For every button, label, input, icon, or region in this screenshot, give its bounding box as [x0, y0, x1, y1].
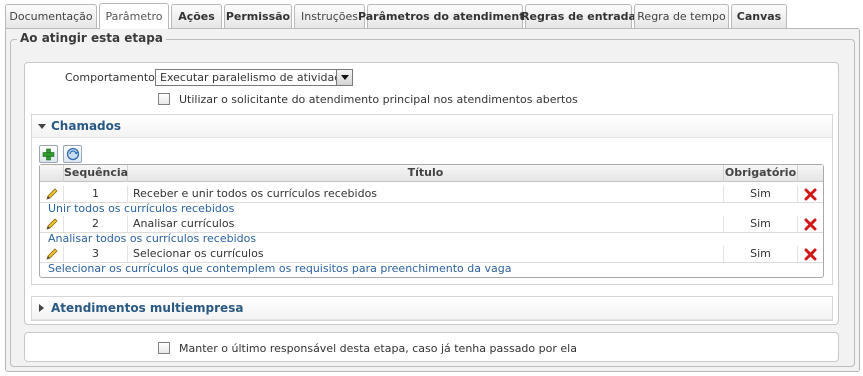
behavior-select[interactable]: Executar paralelismo de atividades	[155, 69, 353, 86]
delete-x-icon	[804, 248, 817, 260]
table-row-main: 1 Receber e unir todos os currículos rec…	[40, 186, 823, 203]
delete-button[interactable]	[798, 246, 823, 262]
header-title[interactable]: Título	[128, 165, 724, 182]
refresh-button[interactable]	[63, 145, 82, 163]
table-row: 1 Receber e unir todos os currículos rec…	[40, 186, 823, 216]
add-call-button[interactable]	[39, 145, 58, 163]
chevron-down-icon[interactable]	[336, 70, 352, 85]
title-cell: Receber e unir todos os currículos receb…	[128, 186, 724, 202]
stage-fieldset: Ao atingir esta etapa Comportamento : Ex…	[10, 31, 855, 367]
keep-responsible-checkbox[interactable]	[158, 342, 170, 354]
tab-parametros-do-atendimento[interactable]: Parâmetros do atendimento	[358, 4, 532, 28]
multi-company-panel-header[interactable]: Atendimentos multiempresa	[32, 297, 832, 320]
header-edit-col	[40, 165, 64, 182]
calls-panel-header[interactable]: Chamados	[32, 115, 832, 138]
delete-x-icon	[804, 188, 817, 200]
plus-icon	[42, 148, 55, 160]
table-row-main: 2 Analisar currículos Sim	[40, 216, 823, 233]
calls-grid-header: Sequência Título Obrigatório	[40, 165, 823, 182]
multi-company-panel-title: Atendimentos multiempresa	[51, 301, 244, 315]
tab-documentacao[interactable]: Documentação	[5, 4, 97, 28]
calls-panel: Chamados Sequência Título Obrigatório 1 …	[31, 114, 833, 285]
tab-acoes[interactable]: Ações	[171, 4, 222, 28]
calls-panel-title: Chamados	[51, 119, 122, 133]
requester-row: Utilizar o solicitante do atendimento pr…	[25, 92, 838, 108]
delete-button[interactable]	[798, 186, 823, 202]
delete-x-icon	[804, 218, 817, 230]
tab-instrucoes[interactable]: Instruções	[294, 4, 365, 28]
header-delete-col	[798, 165, 823, 182]
pencil-icon	[45, 248, 58, 260]
table-row-main: 3 Selecionar os currículos Sim	[40, 246, 823, 263]
keep-responsible-label: Manter o último responsável desta etapa,…	[179, 342, 577, 355]
title-cell: Selecionar os currículos	[128, 246, 724, 262]
fieldset-legend: Ao atingir esta etapa	[17, 31, 166, 45]
edit-button[interactable]	[40, 216, 64, 232]
header-sequence[interactable]: Sequência	[64, 165, 128, 182]
delete-button[interactable]	[798, 216, 823, 232]
sequence-cell: 2	[64, 216, 128, 232]
row-description: Selecionar os currículos que contemplem …	[48, 262, 512, 275]
expand-caret-icon[interactable]	[39, 304, 44, 312]
settings-section: Comportamento : Executar paralelismo de …	[24, 62, 839, 325]
tab-permissao[interactable]: Permissão	[224, 4, 292, 28]
pencil-icon	[45, 218, 58, 230]
required-cell: Sim	[724, 186, 798, 202]
sequence-cell: 3	[64, 246, 128, 262]
behavior-label: Comportamento :	[65, 71, 163, 84]
edit-button[interactable]	[40, 186, 64, 202]
tab-bar: Documentação Parâmetro Ações Permissão I…	[0, 0, 863, 29]
sequence-cell: 1	[64, 186, 128, 202]
requester-checkbox-label: Utilizar o solicitante do atendimento pr…	[179, 93, 578, 106]
table-row: 2 Analisar currículos Sim Analisar todos…	[40, 216, 823, 246]
refresh-icon	[66, 147, 79, 161]
behavior-select-value: Executar paralelismo de atividades	[160, 71, 353, 84]
row-description: Unir todos os currículos recebidos	[48, 202, 235, 215]
requester-checkbox[interactable]	[158, 93, 170, 105]
tab-canvas[interactable]: Canvas	[731, 4, 787, 28]
tab-parametro[interactable]: Parâmetro	[99, 3, 169, 29]
multi-company-panel: Atendimentos multiempresa	[31, 296, 833, 321]
keep-responsible-section: Manter o último responsável desta etapa,…	[24, 332, 839, 362]
required-cell: Sim	[724, 246, 798, 262]
pencil-icon	[45, 188, 58, 200]
table-row: 3 Selecionar os currículos Sim Seleciona…	[40, 246, 823, 276]
required-cell: Sim	[724, 216, 798, 232]
header-required[interactable]: Obrigatório	[724, 165, 798, 182]
tab-content-parametro: Ao atingir esta etapa Comportamento : Ex…	[5, 28, 860, 372]
title-cell: Analisar currículos	[128, 216, 724, 232]
calls-grid: Sequência Título Obrigatório 1 Receber e…	[39, 164, 824, 278]
collapse-caret-icon[interactable]	[38, 124, 46, 129]
edit-button[interactable]	[40, 246, 64, 262]
behavior-row: Comportamento : Executar paralelismo de …	[25, 69, 838, 87]
row-description: Analisar todos os currículos recebidos	[48, 232, 257, 245]
tab-regra-de-tempo[interactable]: Regra de tempo	[634, 4, 729, 28]
tab-regras-de-entrada[interactable]: Regras de entrada	[521, 4, 636, 28]
